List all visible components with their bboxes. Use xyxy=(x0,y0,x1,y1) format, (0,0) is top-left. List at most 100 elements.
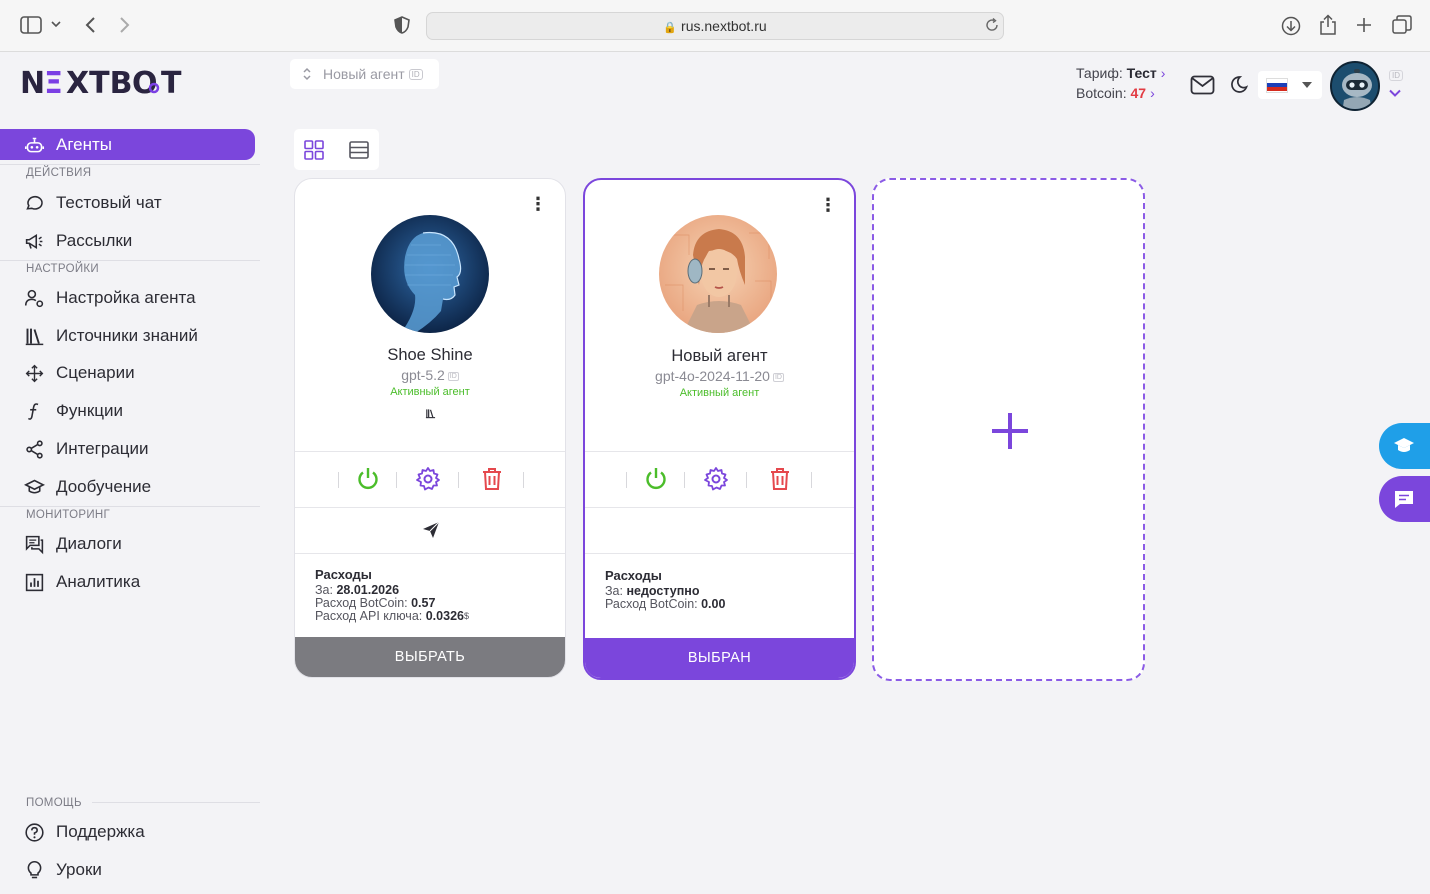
period-label: За: xyxy=(605,584,623,598)
chevron-down-icon[interactable] xyxy=(51,20,61,28)
select-button[interactable]: ВЫБРАТЬ xyxy=(295,637,565,677)
separator xyxy=(684,472,685,488)
sidebar-item-label: Диалоги xyxy=(56,534,122,553)
separator xyxy=(396,472,397,488)
list-view-icon[interactable] xyxy=(348,139,370,161)
sidebar-item-training[interactable]: Дообучение xyxy=(22,472,151,502)
address-bar[interactable]: 🔒 rus.nextbot.ru xyxy=(426,12,1004,40)
graduation-cap-icon xyxy=(1393,438,1414,452)
id-badge[interactable]: ID xyxy=(447,371,459,381)
section-monitoring: МОНИТОРИНГ xyxy=(26,509,111,521)
sidebar-item-agent-settings[interactable]: Настройка агента xyxy=(22,283,196,313)
agent-card-selected[interactable]: ⋮ Новый агент gpt-4o-2024-11-20 ID Активн… xyxy=(583,178,856,680)
sidebar-item-analytics[interactable]: Аналитика xyxy=(22,567,140,597)
download-icon[interactable] xyxy=(1281,16,1301,36)
model-name: gpt-4o-2024-11-20 xyxy=(655,368,770,384)
new-tab-icon[interactable] xyxy=(1355,16,1373,34)
language-selector[interactable] xyxy=(1258,71,1322,99)
divider xyxy=(295,507,565,508)
section-settings: НАСТРОЙКИ xyxy=(26,263,99,275)
reload-icon[interactable] xyxy=(985,18,999,32)
selected-button[interactable]: ВЫБРАН xyxy=(585,638,854,678)
trash-icon[interactable] xyxy=(479,466,505,492)
lessons-float-button[interactable] xyxy=(1379,423,1430,469)
agent-avatar xyxy=(659,215,777,333)
share-icon[interactable] xyxy=(1319,14,1337,36)
moon-icon[interactable] xyxy=(1230,75,1248,94)
chat-float-button[interactable] xyxy=(1379,476,1430,522)
robot-avatar-icon xyxy=(1332,63,1378,109)
chevron-right-icon: › xyxy=(1160,65,1166,81)
api-spend-value: 0.0326 xyxy=(425,609,464,623)
sidebar-item-label: Сценарии xyxy=(56,363,135,382)
tabs-overview-icon[interactable] xyxy=(1392,15,1412,35)
agent-card[interactable]: ⋮ Shoe Shine gpt-5.2 ID Активный агент Ра… xyxy=(294,178,566,678)
sidebar-item-mailings[interactable]: Рассылки xyxy=(22,226,132,256)
agent-model: gpt-5.2 ID xyxy=(295,367,565,383)
more-vertical-icon[interactable]: ⋮ xyxy=(529,195,547,213)
agent-actions xyxy=(585,452,854,508)
sidebar-item-label: Поддержка xyxy=(56,822,145,841)
branch-arrows-icon xyxy=(22,361,46,385)
russia-flag-icon xyxy=(1266,77,1288,93)
forward-icon[interactable] xyxy=(119,16,131,34)
power-icon[interactable] xyxy=(643,466,669,492)
period-value: недоступно xyxy=(626,584,700,598)
gear-icon[interactable] xyxy=(415,466,441,492)
id-badge[interactable]: ID xyxy=(772,372,784,382)
more-vertical-icon[interactable]: ⋮ xyxy=(819,196,837,214)
botcoin-spend-value: 0.00 xyxy=(701,597,726,611)
sidebar-item-dialogs[interactable]: Диалоги xyxy=(22,529,122,559)
botcoin-row[interactable]: Botcoin: 47 › xyxy=(1076,83,1165,103)
expenses-botcoin: Расход BotCoin: 0.00 xyxy=(605,598,725,611)
sidebar-item-functions[interactable]: Функции xyxy=(22,396,123,426)
expenses-title: Расходы xyxy=(605,568,662,583)
user-avatar[interactable] xyxy=(1330,61,1380,111)
sidebar-item-support[interactable]: Поддержка xyxy=(22,817,145,847)
divider xyxy=(585,507,854,508)
sidebar-item-agents-label[interactable]: Агенты xyxy=(22,130,112,160)
id-badge[interactable]: ID xyxy=(408,68,423,80)
mail-icon[interactable] xyxy=(1190,75,1215,95)
lightbulb-icon xyxy=(22,858,46,882)
power-icon[interactable] xyxy=(355,466,381,492)
gear-icon[interactable] xyxy=(703,466,729,492)
send-icon[interactable] xyxy=(422,521,440,539)
chevron-down-icon[interactable] xyxy=(1389,89,1401,97)
tariff-label: Тариф: xyxy=(1076,65,1123,81)
divider xyxy=(0,164,260,165)
logo-mark: N Ξ XTB O T xyxy=(20,66,182,101)
nextbot-logo[interactable]: N Ξ XTB O T xyxy=(20,66,188,106)
lock-icon: 🔒 xyxy=(663,22,678,34)
chat-list-icon xyxy=(22,532,46,556)
add-agent-card[interactable] xyxy=(872,178,1145,681)
trash-icon[interactable] xyxy=(767,466,793,492)
id-badge[interactable]: ID xyxy=(1389,70,1403,81)
sidebar-toggle-icon[interactable] xyxy=(20,16,42,34)
agent-selector[interactable]: Новый агент ID xyxy=(290,59,439,89)
section-actions: ДЕЙСТВИЯ xyxy=(26,167,92,179)
expenses-api: Расход API ключа: 0.0326$ xyxy=(315,610,469,623)
tariff-row[interactable]: Тариф: Тест › xyxy=(1076,63,1165,83)
sidebar-item-lessons[interactable]: Уроки xyxy=(22,855,102,885)
shield-icon[interactable] xyxy=(394,16,410,34)
svg-text:N: N xyxy=(20,66,45,98)
api-spend-label: Расход API ключа: xyxy=(315,609,423,623)
grid-view-icon[interactable] xyxy=(303,139,325,161)
botcoin-value: 47 xyxy=(1130,85,1147,101)
sort-arrows-icon xyxy=(303,67,311,81)
back-icon[interactable] xyxy=(84,16,96,34)
period-label: За: xyxy=(315,583,333,597)
separator xyxy=(626,472,627,488)
expenses-block: Расходы За: 28.01.2026 Расход BotCoin: 0… xyxy=(315,568,469,623)
url-text: rus.nextbot.ru xyxy=(681,18,767,34)
sidebar-item-test-chat[interactable]: Тестовый чат xyxy=(22,188,162,218)
sidebar-item-scenarios[interactable]: Сценарии xyxy=(22,358,135,388)
library-icon xyxy=(425,409,436,419)
sidebar-item-label: Источники знаний xyxy=(56,326,198,345)
expenses-block: Расходы За: недоступно Расход BotCoin: 0… xyxy=(605,569,725,611)
sidebar-item-integrations[interactable]: Интеграции xyxy=(22,434,149,464)
agent-avatar xyxy=(371,215,489,333)
question-circle-icon xyxy=(22,820,46,844)
sidebar-item-knowledge[interactable]: Источники знаний xyxy=(22,321,198,351)
